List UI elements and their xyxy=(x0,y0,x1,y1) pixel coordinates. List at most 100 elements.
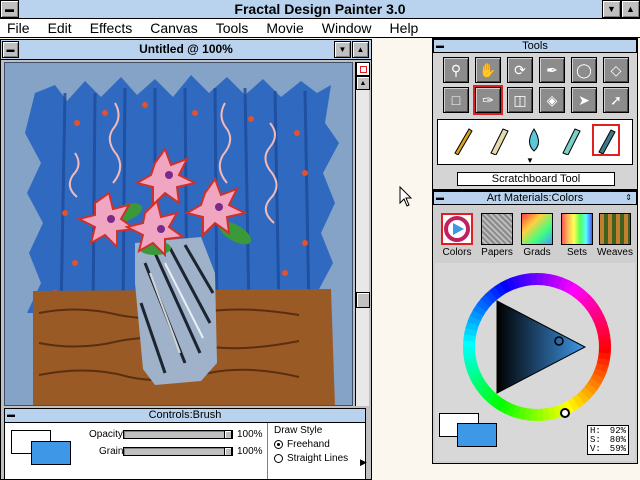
document-window: ▬ Untitled @ 100% ▼ ▲ ▲ Controls:Brush ▬… xyxy=(0,39,372,480)
pointer-icon: ➤ xyxy=(578,91,590,108)
fill-tool[interactable]: ◈ xyxy=(539,87,565,113)
brush-tool[interactable]: ✑ xyxy=(473,85,503,115)
water-brush[interactable] xyxy=(520,124,548,156)
tools-title-bar[interactable]: Tools ▬ xyxy=(433,39,637,53)
controls-title-text: Controls:Brush xyxy=(148,409,222,421)
color-wheel-icon xyxy=(444,216,470,242)
document-title-bar[interactable]: ▬ Untitled @ 100% ▼ ▲ xyxy=(1,40,371,60)
colors-tab[interactable] xyxy=(441,213,473,245)
opacity-value: 100% xyxy=(237,429,263,440)
menu-effects[interactable]: Effects xyxy=(90,20,133,36)
pencil-brush[interactable] xyxy=(448,124,476,156)
sets-tab-label: Sets xyxy=(566,247,587,258)
document-maximize-button[interactable]: ▲ xyxy=(352,41,369,58)
menu-bar: File Edit Effects Canvas Tools Movie Win… xyxy=(0,19,640,38)
current-color-swatch[interactable] xyxy=(457,423,497,447)
square-icon xyxy=(359,65,367,73)
rect-select-tool[interactable]: □ xyxy=(443,87,469,113)
draw-style-label: Draw Style xyxy=(274,425,323,436)
weave-icon xyxy=(600,214,630,244)
art-materials-title-bar[interactable]: Art Materials:Colors ▬ ⇕ xyxy=(433,191,637,205)
close-box-icon[interactable]: ▬ xyxy=(436,192,444,204)
document-minimize-button[interactable]: ▼ xyxy=(334,41,351,58)
straight-lines-option[interactable]: Straight Lines xyxy=(274,453,363,464)
menu-file[interactable]: File xyxy=(7,20,30,36)
canvas-frame-toggle[interactable] xyxy=(356,62,370,76)
sets-tab[interactable] xyxy=(561,213,593,245)
app-title: Fractal Design Painter 3.0 xyxy=(234,1,406,17)
scroll-thumb[interactable] xyxy=(356,292,370,308)
opacity-slider-knob[interactable] xyxy=(224,430,232,439)
up-triangle-icon: ▲ xyxy=(626,4,635,14)
grads-tab[interactable] xyxy=(521,213,553,245)
painting-canvas[interactable] xyxy=(4,62,353,406)
color-set-icon xyxy=(562,214,592,244)
tools-palette: Tools ▬ ⚲ ✋ ⟳ ✒ ◯ ◇ □ ✑ ◫ ◈ ➤ ➚ ▼ Scratc… xyxy=(432,38,638,190)
controls-title[interactable]: Controls:Brush ▬ xyxy=(5,409,365,423)
dropper-tool[interactable]: ✒ xyxy=(539,57,565,83)
down-triangle-icon: ▼ xyxy=(607,4,616,14)
grain-slider-knob[interactable] xyxy=(224,447,232,456)
magnifier-tool[interactable]: ⚲ xyxy=(443,57,469,83)
radio-selected-icon[interactable] xyxy=(274,440,283,449)
menu-window[interactable]: Window xyxy=(322,20,372,36)
grain-slider[interactable] xyxy=(123,447,233,456)
menu-canvas[interactable]: Canvas xyxy=(150,20,197,36)
menu-help[interactable]: Help xyxy=(390,20,419,36)
up-triangle-icon: ▲ xyxy=(356,45,365,54)
selected-tool-name: Scratchboard Tool xyxy=(457,172,615,186)
menu-tools[interactable]: Tools xyxy=(216,20,249,36)
eraser-brush[interactable] xyxy=(484,124,512,156)
selection-adjuster-icon: ➚ xyxy=(610,91,622,108)
opacity-slider[interactable] xyxy=(123,430,233,439)
freehand-option[interactable]: Freehand xyxy=(274,439,363,450)
scroll-up-button[interactable]: ▲ xyxy=(356,76,370,90)
brush-selector: ▼ xyxy=(437,119,633,165)
paint-bucket-tool[interactable]: ◫ xyxy=(507,87,533,113)
dropper-icon: ✒ xyxy=(546,61,558,78)
tools-title: Tools xyxy=(522,40,548,52)
close-box-icon[interactable]: ▬ xyxy=(436,40,444,52)
maximize-button[interactable]: ▲ xyxy=(621,0,640,18)
secondary-color-swatch[interactable] xyxy=(31,441,71,465)
menu-movie[interactable]: Movie xyxy=(266,20,303,36)
papers-tab-label: Papers xyxy=(481,247,513,258)
oval-select-tool[interactable]: ◯ xyxy=(571,57,597,83)
weaves-tab[interactable] xyxy=(599,213,631,245)
pointer-tool[interactable]: ➤ xyxy=(571,87,597,113)
expand-arrows-icon[interactable]: ⇕ xyxy=(625,192,632,204)
pencil-icon xyxy=(454,128,473,155)
mouse-cursor-icon xyxy=(399,186,413,207)
down-triangle-icon: ▼ xyxy=(338,45,347,54)
hue-marker[interactable] xyxy=(560,408,570,418)
lasso-tool[interactable]: ◇ xyxy=(603,57,629,83)
menu-edit[interactable]: Edit xyxy=(48,20,72,36)
color-picker-area: H: 92% S: 80% V: 59% xyxy=(435,263,635,461)
scratchboard-brush[interactable] xyxy=(592,124,620,156)
canvas-vertical-scrollbar[interactable]: ▲ xyxy=(355,62,370,406)
hsv-readout: H: 92% S: 80% V: 59% xyxy=(587,425,629,455)
document-title: Untitled @ 100% xyxy=(139,42,233,56)
draw-style-group: Draw Style Freehand Straight Lines xyxy=(267,423,363,479)
lasso-icon: ◇ xyxy=(610,61,622,78)
water-icon xyxy=(529,128,539,152)
up-triangle-icon: ▲ xyxy=(359,79,367,87)
expand-arrow-icon[interactable]: ▶ xyxy=(360,457,367,468)
chalk-brush[interactable] xyxy=(556,124,584,156)
chalk-icon xyxy=(562,128,581,155)
selection-adjuster-tool[interactable]: ➚ xyxy=(603,87,629,113)
straight-lines-label: Straight Lines xyxy=(287,453,349,464)
oval-select-icon: ◯ xyxy=(576,61,592,78)
drawer-arrow-icon[interactable]: ▼ xyxy=(526,156,534,165)
radio-empty-icon[interactable] xyxy=(274,454,283,463)
fill-icon: ◈ xyxy=(546,91,558,108)
gradient-icon xyxy=(522,214,552,244)
rotate-tool[interactable]: ⟳ xyxy=(507,57,533,83)
papers-tab[interactable] xyxy=(481,213,513,245)
paper-texture-icon xyxy=(482,214,512,244)
magnifier-icon: ⚲ xyxy=(450,61,462,78)
minimize-button[interactable]: ▼ xyxy=(602,0,621,18)
scratchboard-icon xyxy=(598,129,616,154)
close-box-icon[interactable]: ▬ xyxy=(7,410,15,419)
grabber-tool[interactable]: ✋ xyxy=(475,57,501,83)
